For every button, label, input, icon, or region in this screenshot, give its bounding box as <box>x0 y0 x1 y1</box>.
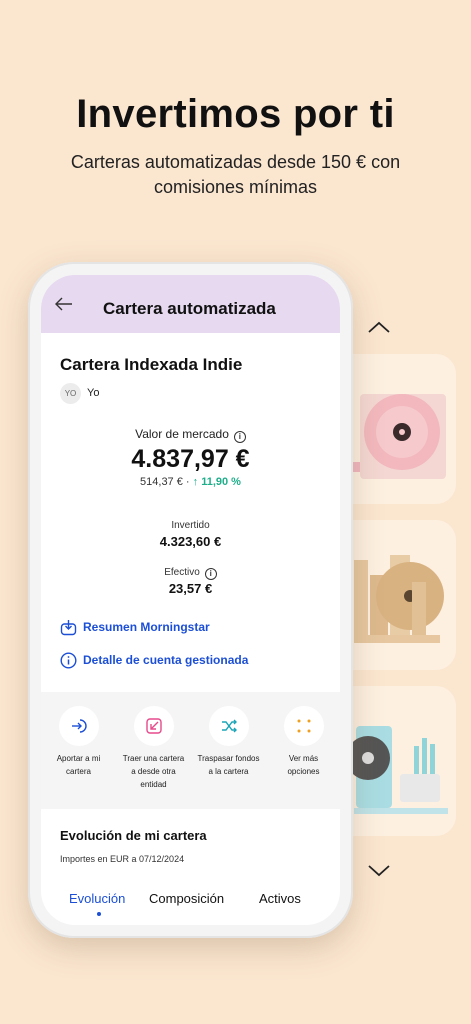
action-deposit-label: Aportar a mi cartera <box>56 754 101 776</box>
action-deposit[interactable]: Aportar a mi cartera <box>41 692 116 778</box>
action-transfer-funds-label: Traspasar fondos a la cartera <box>197 754 260 776</box>
invested-label: Invertido <box>171 520 210 531</box>
chevron-down-icon[interactable] <box>367 864 391 878</box>
arrow-left-icon[interactable] <box>55 297 73 311</box>
tab-evolucion[interactable]: Evolución <box>69 891 125 906</box>
quick-actions: Aportar a mi cartera Traer una cartera a… <box>41 692 340 809</box>
action-more-options-label: Ver más opciones <box>287 754 320 776</box>
info-icon[interactable]: i <box>204 568 217 580</box>
cash-label-row: Efectivo i <box>41 567 340 580</box>
hero-subtitle: Carteras automatizadas desde 150 € con c… <box>70 152 401 197</box>
hero-title: Invertimos por ti <box>76 92 395 136</box>
market-value-label-row: Valor de mercado i <box>41 427 340 443</box>
more-dots-icon <box>283 706 324 746</box>
evolution-subtitle: Importes en EUR a 07/12/2024 <box>60 854 185 864</box>
phone-mockup: Cartera automatizada Cartera Indexada In… <box>28 262 353 938</box>
portfolio-name: Cartera Indexada Indie <box>60 355 243 374</box>
shuffle-icon <box>208 706 249 746</box>
morningstar-link[interactable]: Resumen Morningstar <box>60 617 210 637</box>
owner-avatar: YO <box>60 383 81 404</box>
app-screen: Cartera automatizada Cartera Indexada In… <box>41 275 340 925</box>
arrow-up-icon: ↑ <box>192 476 199 488</box>
inbox-download-icon <box>60 619 77 635</box>
active-tab-indicator <box>97 912 101 916</box>
morningstar-link-label: Resumen Morningstar <box>83 620 210 634</box>
market-value: 4.837,97 € <box>131 445 250 473</box>
invested-value: 4.323,60 € <box>159 534 222 549</box>
action-more-options[interactable]: Ver más opciones <box>266 692 340 778</box>
change-percent: 11,90 % <box>201 476 241 488</box>
managed-account-link[interactable]: Detalle de cuenta gestionada <box>60 650 248 670</box>
change-amount: 514,37 € · <box>140 476 190 488</box>
action-transfer-funds[interactable]: Traspasar fondos a la cartera <box>191 692 266 778</box>
transfer-in-icon <box>133 706 174 746</box>
tab-activos[interactable]: Activos <box>259 891 301 906</box>
info-icon[interactable]: i <box>233 431 246 443</box>
owner-name: Yo <box>87 387 100 399</box>
cash-label: Efectivo <box>164 567 200 578</box>
app-topbar: Cartera automatizada <box>41 275 340 333</box>
evolution-title: Evolución de mi cartera <box>60 828 207 843</box>
market-value-change: 514,37 € · ↑ 11,90 % <box>41 476 340 488</box>
deposit-arrow-icon <box>58 706 99 746</box>
tab-composicion[interactable]: Composición <box>149 891 224 906</box>
action-bring-portfolio[interactable]: Traer una cartera a desde otra entidad <box>116 692 191 791</box>
market-value-label: Valor de mercado <box>135 427 229 441</box>
cash-value: 23,57 € <box>168 581 213 596</box>
managed-account-link-label: Detalle de cuenta gestionada <box>83 653 249 667</box>
action-bring-portfolio-label: Traer una cartera a desde otra entidad <box>122 754 185 789</box>
topbar-title: Cartera automatizada <box>103 299 276 318</box>
info-circle-icon <box>60 651 77 669</box>
chevron-up-icon[interactable] <box>367 320 391 334</box>
